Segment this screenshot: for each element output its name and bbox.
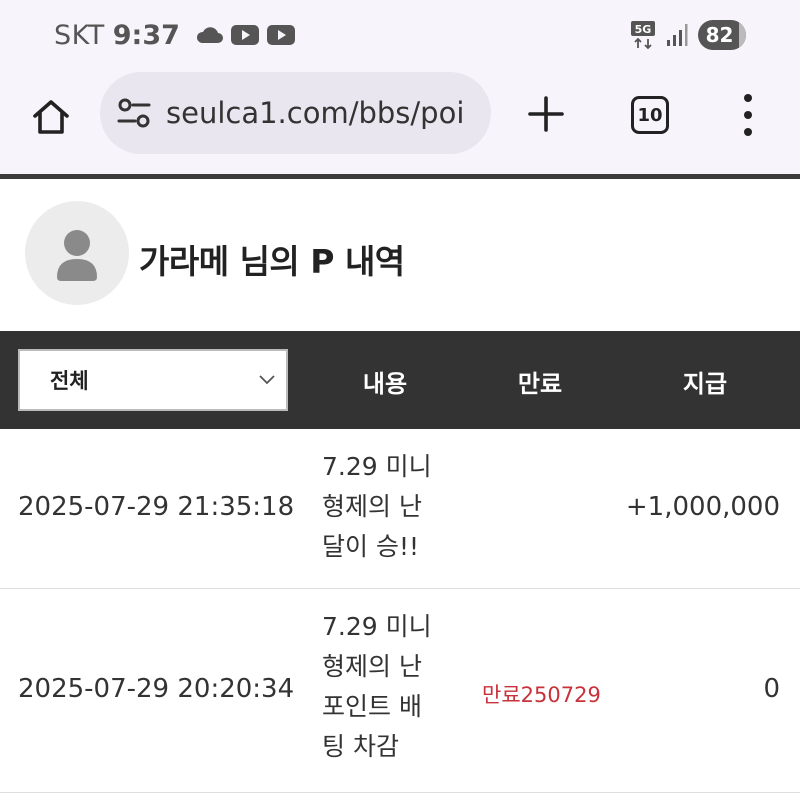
row-date: 2025-07-29 20:20:34 (18, 674, 295, 704)
home-button[interactable] (30, 96, 72, 138)
address-bar[interactable]: seulca1.com/bbs/poi (100, 72, 491, 154)
table-row: 2025-07-29 21:35:18 7.29 미니 형제의 난 달이 승!!… (0, 429, 800, 589)
youtube-icon (230, 25, 259, 45)
menu-dot-icon (744, 128, 752, 136)
menu-dot-icon (744, 111, 752, 119)
filter-selected-value: 전체 (50, 369, 89, 393)
row-pay: 0 (763, 674, 780, 704)
status-left: SKT 9:37 (54, 17, 296, 53)
column-header-content: 내용 (362, 370, 408, 398)
network-type: 5G (635, 23, 652, 36)
profile-header: 가라메 님의 P 내역 (0, 179, 800, 331)
battery-level: 82 (705, 23, 734, 47)
more-menu-button[interactable] (736, 94, 760, 136)
menu-dot-icon (744, 94, 752, 102)
network-5g-icon: 5G (631, 21, 655, 50)
clock-time: 9:37 (112, 19, 180, 51)
row-content-line: 형제의 난 (322, 652, 422, 681)
row-content: 7.29 미니 형제의 난 달이 승!! (322, 447, 462, 567)
youtube-icon (266, 25, 295, 45)
tab-count: 10 (637, 104, 663, 126)
row-pay: +1,000,000 (625, 492, 780, 522)
row-content-line: 달이 승!! (322, 532, 419, 561)
cloud-icon (196, 27, 223, 43)
tab-switcher-button[interactable]: 10 (631, 96, 669, 134)
row-expire: 만료250729 (482, 683, 601, 707)
battery-indicator: 82 (698, 20, 746, 50)
row-content-line: 포인트 배 (322, 692, 422, 721)
url-text[interactable]: seulca1.com/bbs/poi (166, 96, 464, 130)
row-date: 2025-07-29 21:35:18 (18, 492, 295, 522)
chevron-down-icon (259, 375, 275, 385)
type-filter-select[interactable]: 전체 (18, 349, 288, 411)
status-bar: SKT 9:37 5G 82 (0, 0, 800, 70)
carrier-label: SKT (54, 19, 105, 51)
browser-toolbar: seulca1.com/bbs/poi 10 (0, 70, 800, 174)
signal-icon (667, 24, 688, 46)
row-content-line: 7.29 미니 (322, 612, 432, 641)
table-header: 전체 내용 만료 지급 (0, 331, 800, 429)
plus-icon (528, 96, 564, 132)
row-content: 7.29 미니 형제의 난 포인트 배 팅 차감 (322, 607, 462, 767)
status-right: 5G 82 (630, 17, 746, 53)
new-tab-button[interactable] (526, 94, 566, 134)
column-header-expire: 만료 (517, 370, 563, 398)
row-content-line: 형제의 난 (322, 492, 422, 521)
avatar (25, 201, 129, 305)
home-icon (33, 100, 69, 134)
column-header-pay: 지급 (682, 370, 728, 398)
site-settings-icon[interactable] (116, 95, 152, 131)
page-title: 가라메 님의 P 내역 (139, 242, 405, 281)
row-content-line: 7.29 미니 (322, 452, 432, 481)
table-row: 2025-07-29 20:20:34 7.29 미니 형제의 난 포인트 배 … (0, 589, 800, 793)
notification-icons (194, 24, 296, 46)
user-silhouette-icon (57, 230, 97, 281)
row-content-line: 팅 차감 (322, 732, 399, 761)
